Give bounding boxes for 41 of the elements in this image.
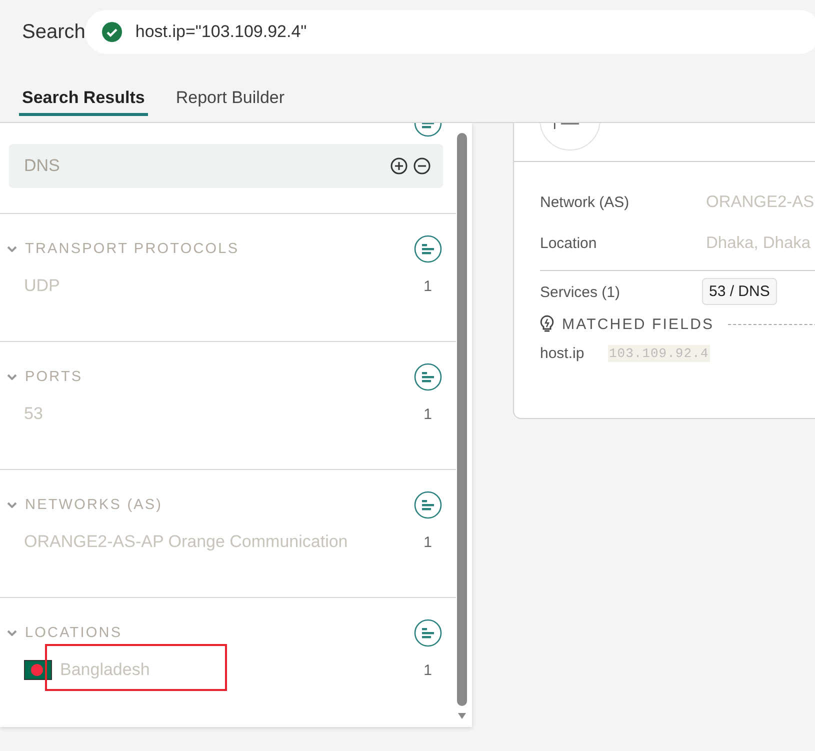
flag-icon xyxy=(24,660,52,680)
chevron-icon[interactable] xyxy=(7,501,17,509)
service-tag[interactable]: 53 / DNS xyxy=(702,278,777,305)
facet-title: LOCATIONS xyxy=(25,625,124,641)
facet-title: NETWORKS (AS) xyxy=(25,497,164,513)
matched-field-value: 103.109.92.4 xyxy=(608,345,710,362)
chevron-icon[interactable] xyxy=(7,373,17,381)
chart-toggle-icon[interactable] xyxy=(414,491,442,519)
facet-count: 1 xyxy=(424,662,432,678)
chevron-icon[interactable] xyxy=(7,629,17,637)
facet-item[interactable]: Bangladesh xyxy=(60,660,424,680)
facet-title: TRANSPORT PROTOCOLS xyxy=(25,241,240,257)
section-title: MATCHED FIELDS xyxy=(562,316,714,332)
lightbulb-icon xyxy=(540,315,554,333)
field-label: Network (AS) xyxy=(540,194,630,211)
add-icon[interactable] xyxy=(390,157,408,175)
field-value: ORANGE2-AS xyxy=(706,193,814,212)
field-label: Location xyxy=(540,235,598,252)
matched-field-name: host.ip xyxy=(540,345,586,362)
chart-toggle-icon[interactable] xyxy=(414,619,442,647)
services-label: Services (1) xyxy=(540,284,622,300)
field-value: Dhaka, Dhaka xyxy=(706,234,811,253)
tab[interactable]: Report Builder xyxy=(176,88,285,116)
facet-count: 1 xyxy=(424,278,432,294)
facet-count: 1 xyxy=(424,534,432,550)
search-label: Search xyxy=(22,20,86,44)
scroll-down-icon[interactable] xyxy=(458,713,466,719)
chart-toggle-icon[interactable] xyxy=(414,235,442,263)
facet-item[interactable]: DNS xyxy=(9,144,443,188)
tab[interactable]: Search Results xyxy=(19,88,148,116)
facet-item[interactable]: ORANGE2-AS-AP Orange Communication xyxy=(24,532,424,552)
facet-item[interactable]: 53 xyxy=(24,404,424,424)
search-query: host.ip="103.109.92.4" xyxy=(135,22,307,42)
scrollbar-thumb[interactable] xyxy=(457,133,467,706)
chevron-icon[interactable] xyxy=(7,245,17,253)
remove-icon[interactable] xyxy=(413,157,431,175)
facet-title: PORTS xyxy=(25,369,84,385)
facet-item[interactable]: UDP xyxy=(24,276,424,296)
facet-count: 1 xyxy=(424,406,432,422)
chart-toggle-icon[interactable] xyxy=(414,363,442,391)
search-field[interactable]: host.ip="103.109.92.4" xyxy=(85,10,815,54)
